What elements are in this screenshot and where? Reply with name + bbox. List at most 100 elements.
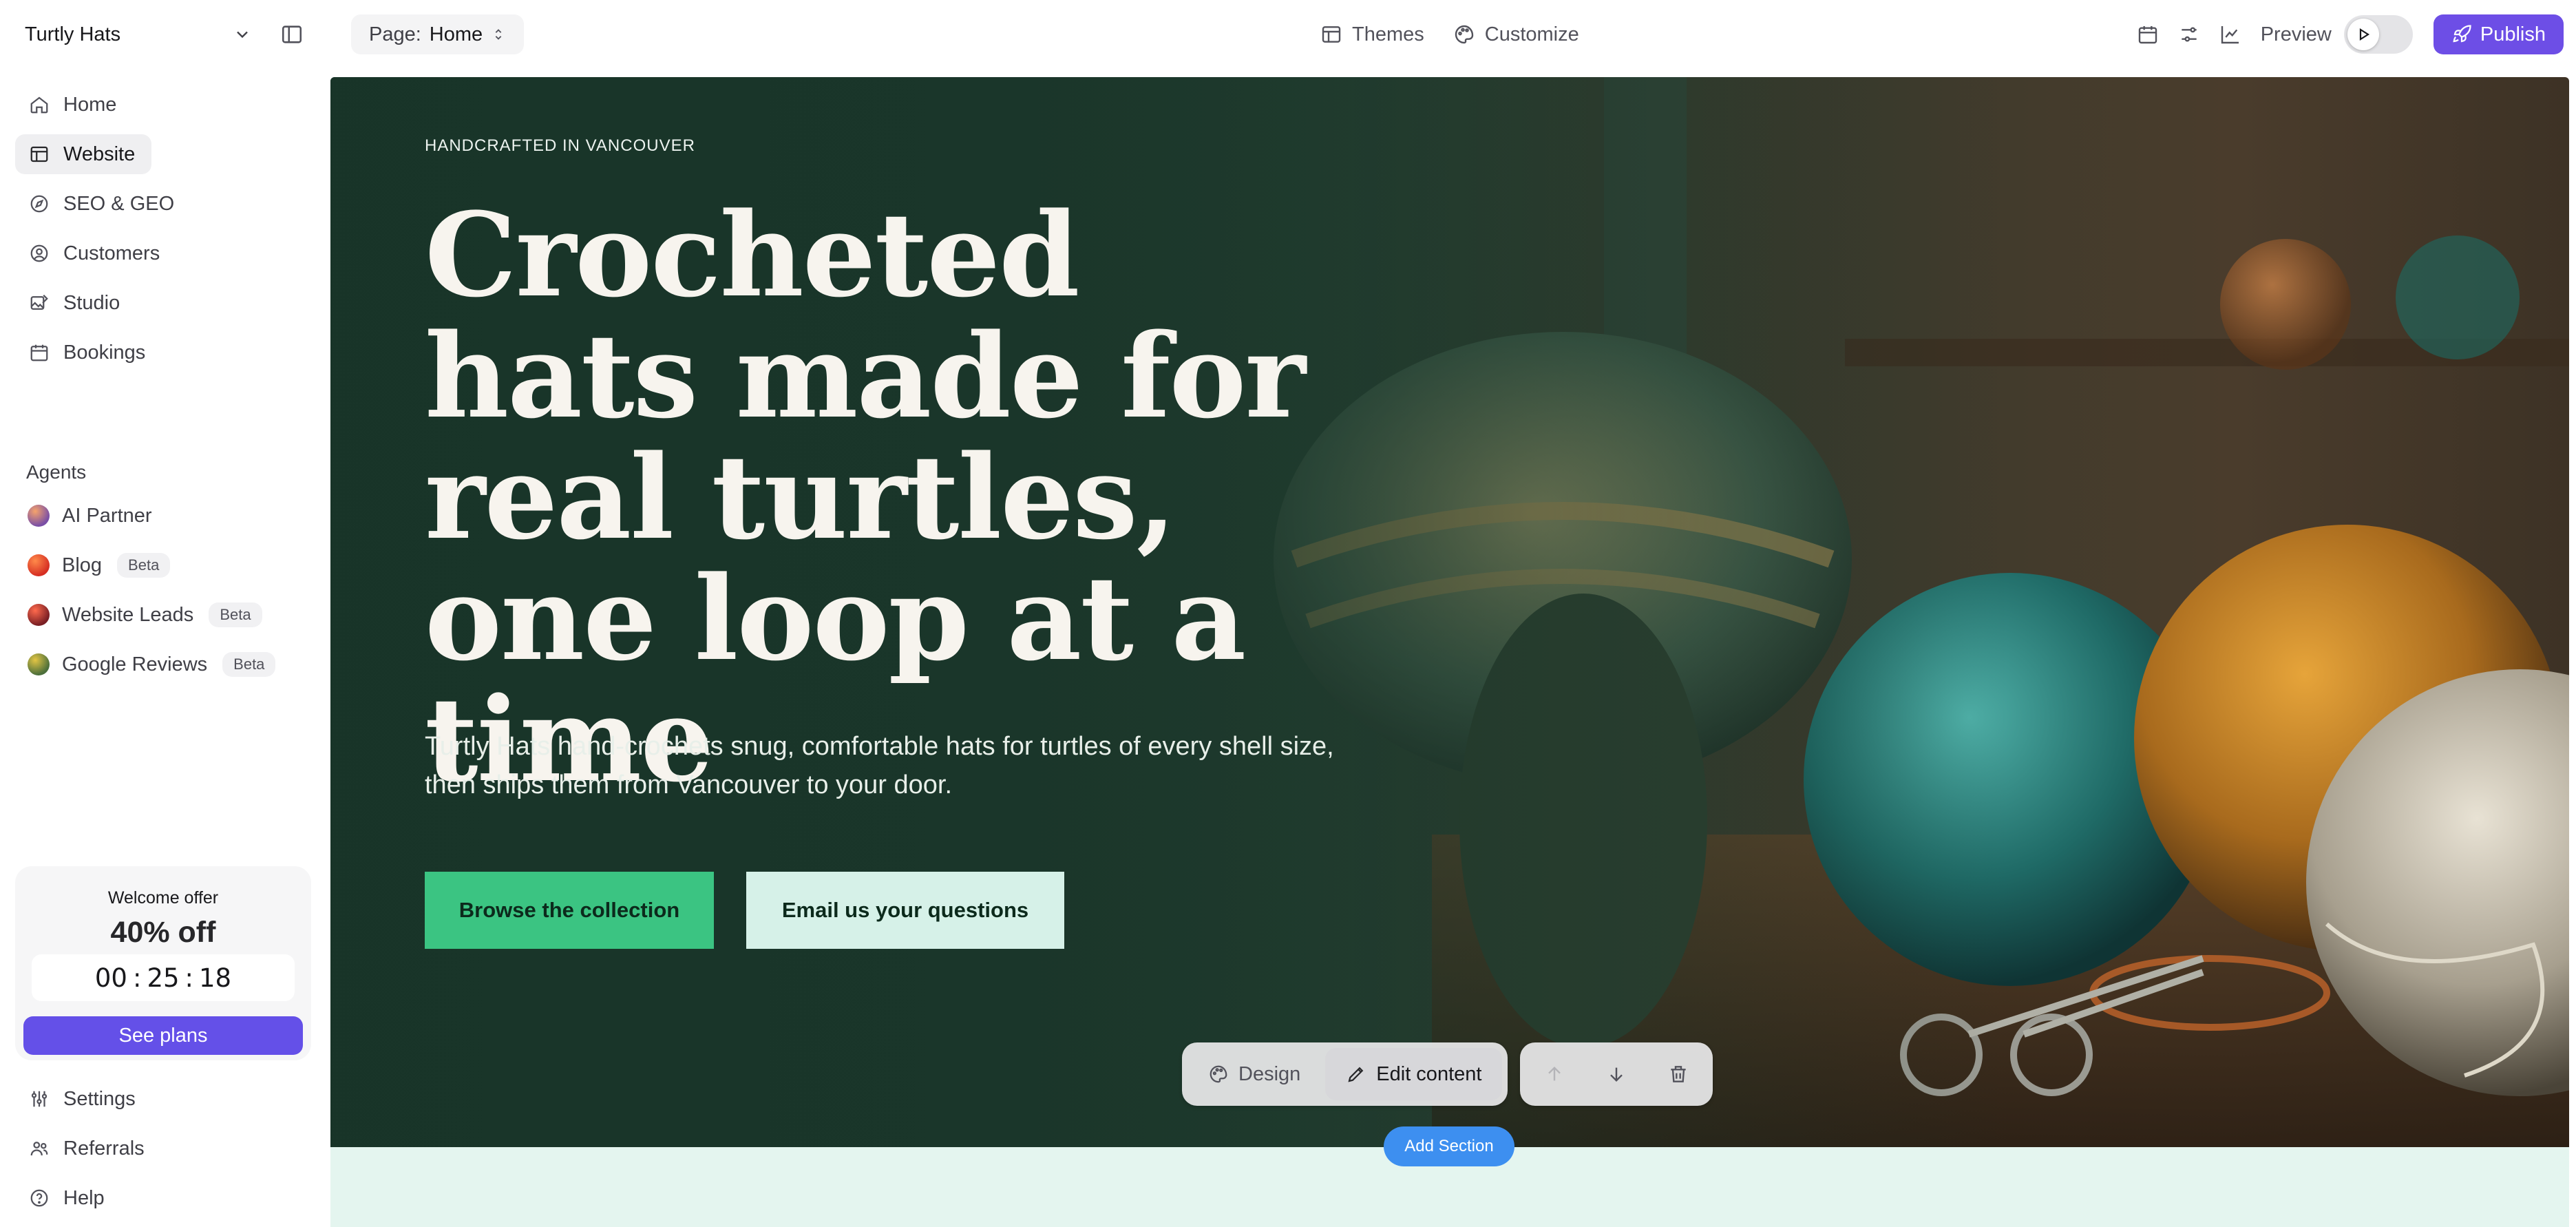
sidebar-item-label: AI Partner	[62, 504, 152, 527]
sidebar-item-label: Google Reviews	[62, 653, 208, 675]
hero-headline[interactable]: Crocheted hats made for real turtles, on…	[425, 194, 1389, 800]
top-bar: Turtly Hats Page: Home Themes Customize …	[0, 0, 2576, 69]
sidebar-item-seo-geo[interactable]: SEO & GEO	[15, 184, 191, 224]
sidebar-item-customers[interactable]: Customers	[15, 233, 176, 273]
design-mode-label: Design	[1238, 1062, 1301, 1085]
users-icon	[28, 1137, 51, 1160]
chevron-up-down-icon	[495, 29, 502, 40]
hero-section[interactable]: HANDCRAFTED IN VANCOUVER Crocheted hats …	[330, 77, 2569, 1147]
timer-hours: 00	[94, 963, 127, 993]
timer-seconds: 18	[199, 963, 232, 993]
delete-section-button[interactable]	[1649, 1048, 1707, 1100]
compass-icon	[28, 192, 51, 216]
ai-partner-avatar-icon	[28, 505, 50, 527]
add-section-button[interactable]: Add Section	[1384, 1126, 1514, 1166]
hero-eyebrow[interactable]: HANDCRAFTED IN VANCOUVER	[425, 136, 695, 156]
sidebar-item-label: Blog	[62, 554, 103, 576]
edit-content-label: Edit content	[1376, 1062, 1482, 1085]
user-circle-icon	[28, 242, 51, 265]
page-selector-prefix: Page:	[369, 23, 421, 45]
sidebar-item-label: Home	[63, 93, 117, 116]
publish-actions: Preview Publish	[2127, 14, 2564, 55]
publish-button[interactable]: Publish	[2433, 14, 2564, 54]
themes-button[interactable]: Themes	[1320, 23, 1424, 46]
timer-minutes: 25	[147, 963, 180, 993]
sidebar-item-label: SEO & GEO	[63, 192, 175, 215]
customize-button[interactable]: Customize	[1453, 23, 1579, 46]
beta-badge: Beta	[209, 602, 262, 627]
sidebar-panel-icon	[282, 25, 302, 43]
sidebar-item-studio[interactable]: Studio	[15, 283, 136, 323]
chart-line-icon	[2221, 26, 2239, 44]
toggle-knob	[2347, 19, 2379, 50]
move-section-up-button[interactable]	[1525, 1048, 1583, 1100]
google-reviews-avatar-icon	[28, 653, 50, 675]
see-plans-button[interactable]: See plans	[23, 1016, 303, 1055]
arrow-down-icon	[1610, 1067, 1623, 1082]
pencil-icon	[1348, 1067, 1364, 1082]
sidebar-item-help[interactable]: Help	[15, 1178, 121, 1218]
edit-content-button[interactable]: Edit content	[1325, 1048, 1503, 1100]
sidebar-item-label: Help	[63, 1186, 105, 1209]
hero-subheadline[interactable]: Turtly Hats hand-crochets snug, comforta…	[425, 727, 1347, 804]
sidebar-item-ai-partner[interactable]: AI Partner	[15, 496, 169, 536]
palette-icon	[1455, 25, 1473, 44]
sidebar-item-settings[interactable]: Settings	[15, 1079, 152, 1119]
sidebar-item-label: Studio	[63, 291, 120, 314]
schedule-button[interactable]	[2127, 14, 2168, 55]
image-edit-icon	[28, 291, 51, 315]
move-section-down-button[interactable]	[1587, 1048, 1645, 1100]
help-circle-icon	[28, 1186, 51, 1210]
layout-icon	[28, 143, 51, 166]
site-switcher[interactable]: Turtly Hats	[25, 18, 252, 51]
sidebar: Home Website SEO & GEO Customers Studio …	[0, 69, 328, 1227]
calendar-icon	[2138, 26, 2157, 44]
design-mode-button[interactable]: Design	[1187, 1048, 1321, 1100]
website-leads-avatar-icon	[28, 604, 50, 626]
trash-icon	[1671, 1066, 1687, 1082]
section-edit-toolbar: Design Edit content	[1182, 1042, 1713, 1106]
sidebar-item-home[interactable]: Home	[15, 85, 133, 125]
page-selector[interactable]: Page: Home	[351, 14, 525, 54]
sidebar-toggle-button[interactable]	[278, 21, 306, 48]
sidebar-item-label: Customers	[63, 242, 160, 264]
blog-avatar-icon	[28, 554, 50, 576]
rocket-icon	[2453, 25, 2471, 43]
mode-switch: Design Edit content	[1182, 1042, 1508, 1106]
timer-separator: :	[132, 963, 142, 993]
palette-icon	[1210, 1065, 1227, 1083]
sidebar-item-referrals[interactable]: Referrals	[15, 1129, 161, 1168]
calendar-icon	[28, 341, 51, 364]
beta-badge: Beta	[222, 652, 276, 677]
home-icon	[28, 93, 51, 116]
preview-toggle[interactable]	[2343, 15, 2413, 54]
settings-button[interactable]	[2168, 14, 2210, 55]
sidebar-item-bookings[interactable]: Bookings	[15, 333, 162, 373]
offer-value: 40% off	[110, 916, 216, 949]
chevron-down-icon	[237, 31, 248, 39]
website-canvas: HANDCRAFTED IN VANCOUVER Crocheted hats …	[330, 77, 2569, 1227]
sidebar-item-website-leads[interactable]: Website Leads Beta	[15, 595, 279, 635]
settings-sliders-icon	[28, 1087, 51, 1111]
agents-section-label: Agents	[26, 461, 87, 483]
sidebar-item-label: Settings	[63, 1087, 136, 1110]
email-questions-button[interactable]: Email us your questions	[746, 872, 1064, 949]
sidebar-item-label: Bookings	[63, 341, 146, 364]
site-name: Turtly Hats	[25, 23, 121, 45]
page-selector-value: Home	[429, 23, 483, 45]
sidebar-item-google-reviews[interactable]: Google Reviews Beta	[15, 644, 292, 684]
sidebar-item-website[interactable]: Website	[15, 134, 152, 174]
browse-collection-button[interactable]: Browse the collection	[425, 872, 714, 949]
analytics-button[interactable]	[2210, 14, 2251, 55]
sidebar-item-blog[interactable]: Blog Beta	[15, 545, 187, 585]
play-icon	[2359, 28, 2369, 41]
layout-icon	[1322, 26, 1341, 43]
offer-title: Welcome offer	[107, 888, 219, 908]
welcome-offer-card: Welcome offer 40% off 00 : 25 : 18 See p…	[15, 866, 311, 1060]
sidebar-item-label: Website Leads	[62, 603, 194, 626]
themes-label: Themes	[1352, 23, 1424, 45]
preview-label: Preview	[2260, 23, 2332, 45]
publish-label: Publish	[2480, 23, 2546, 45]
countdown-timer: 00 : 25 : 18	[32, 954, 295, 1001]
section-order-controls	[1520, 1042, 1713, 1106]
